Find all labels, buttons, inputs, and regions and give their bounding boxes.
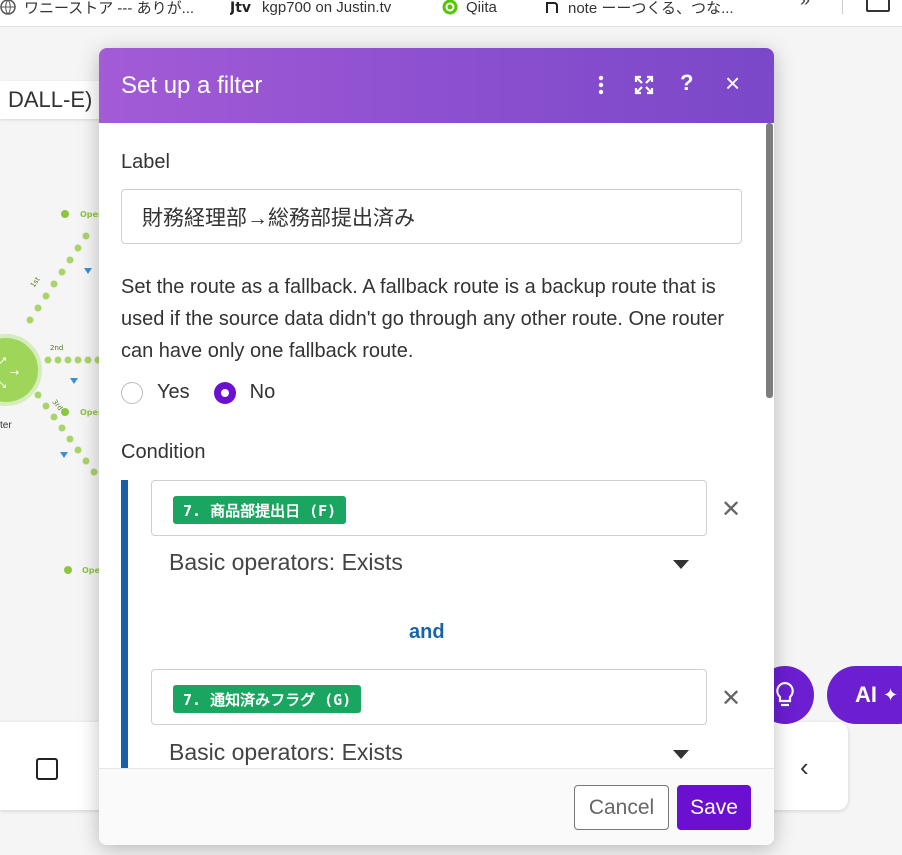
dialog-scrollbar[interactable]	[766, 123, 773, 398]
bookmarks-divider	[842, 0, 843, 14]
fallback-no-label[interactable]: No	[250, 381, 276, 404]
dialog-title: Set up a filter	[121, 72, 263, 99]
save-button[interactable]: Save	[677, 785, 751, 830]
dialog-header: Set up a filter ? ×	[99, 48, 774, 123]
dropdown-caret-icon[interactable]	[673, 750, 689, 759]
bookmark-label: Qiita	[466, 0, 497, 16]
justin-tv-icon: Jtv	[229, 0, 254, 16]
cancel-button[interactable]: Cancel	[574, 785, 669, 830]
note-icon[interactable]	[36, 758, 58, 780]
node-check-icon	[61, 210, 69, 218]
lightbulb-icon	[776, 681, 794, 707]
condition-group-bar	[121, 480, 128, 768]
collapse-chevron-icon[interactable]: ‹	[800, 752, 809, 783]
bookmark-item[interactable]: Qiita	[442, 0, 497, 16]
sparkle-icon: ✦	[883, 684, 899, 705]
window-icon[interactable]	[866, 0, 890, 12]
remove-condition-icon[interactable]: ✕	[721, 495, 741, 524]
operator-select[interactable]: Basic operators: Exists	[169, 549, 403, 576]
dialog-footer: Cancel Save	[99, 768, 774, 845]
condition-heading: Condition	[121, 441, 206, 463]
condition-operand-field[interactable]: 7. 通知済みフラグ (G)	[151, 669, 707, 725]
filter-dialog: Set up a filter ? × Label 財務経理部→総務部提出済み …	[99, 48, 774, 845]
node-check-icon	[64, 566, 72, 574]
bookmark-item[interactable]: note ーーつくる、つな...	[544, 0, 734, 18]
expand-icon[interactable]	[633, 74, 655, 96]
ai-button-label: AI	[855, 682, 877, 707]
svg-text:1st: 1st	[29, 275, 42, 289]
svg-text:→: →	[10, 366, 19, 379]
fallback-description: Set the route as a fallback. A fallback …	[121, 276, 725, 362]
bookmark-item[interactable]: Jtv kgp700 on Justin.tv	[229, 0, 392, 16]
bookmarks-bar: ワニーストア --- ありが... Jtv kgp700 on Justin.t…	[0, 0, 902, 27]
filter-icon	[70, 378, 78, 384]
close-icon[interactable]: ×	[725, 68, 747, 98]
note-icon	[544, 0, 560, 15]
help-icon[interactable]: ?	[680, 70, 702, 95]
scenario-diagram: ↗ → ↘ 1st 2nd 3rd Oper Oper Ope	[0, 210, 102, 575]
field-pill[interactable]: 7. 商品部提出日 (F)	[173, 496, 347, 524]
globe-icon	[0, 0, 16, 15]
svg-text:Ope: Ope	[82, 566, 101, 575]
bookmark-label: kgp700 on Justin.tv	[262, 0, 392, 16]
filter-icon	[60, 452, 68, 458]
fallback-yes-radio[interactable]	[121, 381, 143, 404]
dropdown-caret-icon[interactable]	[673, 560, 689, 569]
svg-text:Jtv: Jtv	[230, 0, 251, 15]
field-pill[interactable]: 7. 通知済みフラグ (G)	[173, 685, 362, 713]
more-bookmarks-icon[interactable]: »	[800, 0, 810, 11]
label-heading: Label	[121, 151, 170, 173]
ai-assistant-button[interactable]: AI ✦	[827, 666, 902, 724]
node-check-icon	[61, 408, 69, 416]
router-node	[0, 334, 42, 406]
fallback-no-radio[interactable]	[213, 381, 236, 404]
fallback-radio-group: Yes No	[121, 381, 299, 404]
svg-text:↘: ↘	[0, 378, 7, 391]
router-label: ter	[0, 420, 12, 431]
filter-icon	[84, 268, 92, 274]
fallback-yes-label[interactable]: Yes	[157, 381, 190, 404]
remove-condition-icon[interactable]: ✕	[721, 684, 741, 713]
and-connector[interactable]: and	[409, 621, 445, 644]
svg-text:2nd: 2nd	[50, 344, 63, 352]
bookmark-label: note ーーつくる、つな...	[568, 0, 734, 17]
dialog-body: Label 財務経理部→総務部提出済み Set the route as a f…	[99, 123, 774, 768]
bookmark-item[interactable]: ワニーストア --- ありが...	[0, 0, 194, 18]
bookmark-label: ワニーストア --- ありが...	[24, 0, 195, 17]
qiita-icon	[442, 0, 458, 15]
condition-operand-field[interactable]: 7. 商品部提出日 (F)	[151, 480, 707, 536]
more-options-icon[interactable]	[590, 74, 612, 96]
svg-text:↗: ↗	[0, 354, 7, 367]
label-input[interactable]: 財務経理部→総務部提出済み	[121, 189, 742, 244]
operator-select[interactable]: Basic operators: Exists	[169, 739, 403, 766]
